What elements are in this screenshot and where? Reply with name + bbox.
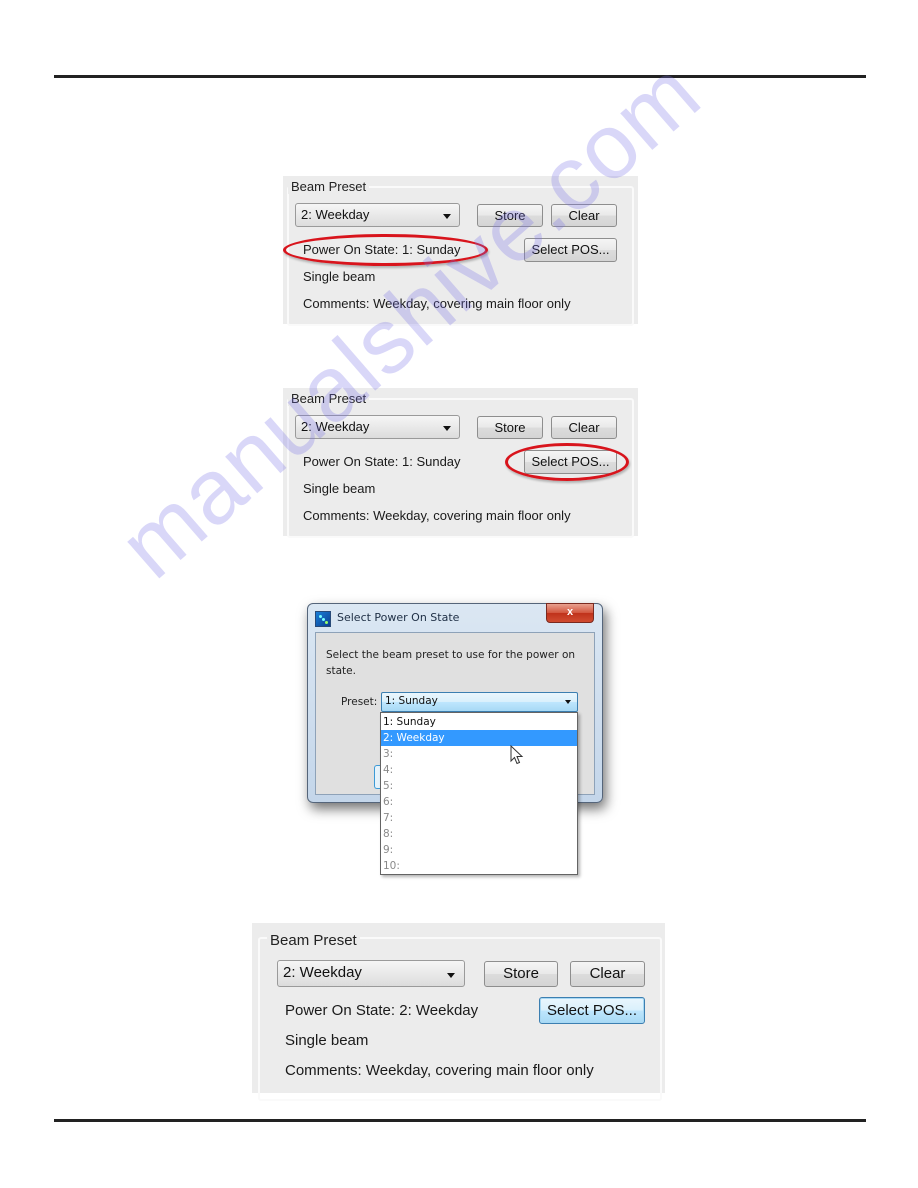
- chevron-down-icon: [443, 426, 451, 431]
- preset-option[interactable]: 8:: [381, 826, 577, 842]
- preset-option[interactable]: 6:: [381, 794, 577, 810]
- beam-preset-group-label: Beam Preset: [267, 932, 360, 949]
- chevron-down-icon: [447, 973, 455, 978]
- store-button[interactable]: Store: [477, 204, 543, 227]
- close-button[interactable]: x: [546, 603, 594, 623]
- store-button[interactable]: Store: [484, 961, 558, 987]
- preset-label: Preset:: [341, 696, 378, 708]
- comments-text: Comments: Weekday, covering main floor o…: [285, 1062, 594, 1079]
- clear-button[interactable]: Clear: [551, 416, 617, 439]
- preset-option[interactable]: 1: Sunday: [381, 714, 577, 730]
- preset-option[interactable]: 10:: [381, 858, 577, 874]
- highlight-ellipse: [283, 234, 488, 266]
- mouse-cursor-icon: [510, 745, 524, 765]
- store-button[interactable]: Store: [477, 416, 543, 439]
- beam-preset-select[interactable]: 2: Weekday: [295, 415, 460, 439]
- close-icon: x: [566, 606, 574, 618]
- header-rule: [54, 75, 866, 78]
- power-on-state-text: Power On State: 1: Sunday: [303, 454, 461, 469]
- comments-text: Comments: Weekday, covering main floor o…: [303, 508, 571, 523]
- beam-preset-panel-2: Beam Preset 2: Weekday Store Clear Power…: [283, 388, 638, 538]
- preset-option[interactable]: 9:: [381, 842, 577, 858]
- beam-preset-select[interactable]: 2: Weekday: [295, 203, 460, 227]
- app-icon: [315, 611, 331, 627]
- beam-preset-panel-1: Beam Preset 2: Weekday Store Clear Power…: [283, 176, 638, 326]
- beam-preset-select[interactable]: 2: Weekday: [277, 960, 465, 987]
- dialog-title: Select Power On State: [337, 611, 460, 624]
- preset-option[interactable]: 3:: [381, 746, 577, 762]
- select-pos-button[interactable]: Select POS...: [524, 238, 617, 262]
- preset-option[interactable]: 2: Weekday: [381, 730, 577, 746]
- preset-option[interactable]: 4:: [381, 762, 577, 778]
- clear-button[interactable]: Clear: [570, 961, 645, 987]
- beam-preset-panel-3: Beam Preset 2: Weekday Store Clear Power…: [252, 923, 665, 1101]
- footer-rule: [54, 1119, 866, 1122]
- beam-preset-group-label: Beam Preset: [288, 391, 370, 406]
- dialog-message: Select the beam preset to use for the po…: [326, 649, 576, 677]
- power-on-state-text: Power On State: 2: Weekday: [285, 1002, 479, 1019]
- beam-type-text: Single beam: [285, 1032, 369, 1049]
- preset-option[interactable]: 7:: [381, 810, 577, 826]
- beam-preset-group-label: Beam Preset: [288, 179, 370, 194]
- beam-type-text: Single beam: [303, 481, 376, 496]
- preset-option[interactable]: 5:: [381, 778, 577, 794]
- preset-dropdown-list: 1: Sunday 2: Weekday 3: 4: 5: 6: 7: 8: 9: 10:: [380, 712, 578, 875]
- chevron-down-icon: [443, 214, 451, 219]
- clear-button[interactable]: Clear: [551, 204, 617, 227]
- preset-select[interactable]: 1: Sunday: [381, 692, 578, 712]
- select-pos-button[interactable]: Select POS...: [539, 997, 645, 1024]
- chevron-down-icon: [565, 700, 571, 704]
- beam-type-text: Single beam: [303, 269, 376, 284]
- comments-text: Comments: Weekday, covering main floor o…: [303, 296, 571, 311]
- highlight-ellipse: [505, 443, 629, 481]
